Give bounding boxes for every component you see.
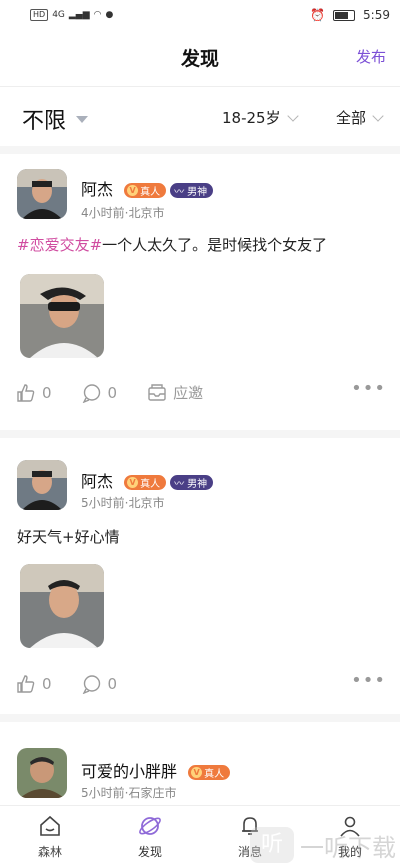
post-author-name[interactable]: 阿杰 — [81, 472, 113, 491]
watermark-logo: 听 — [250, 827, 294, 863]
post-text: 好天气+好心情 — [17, 528, 120, 546]
filter-distance-dropdown[interactable]: 不限 — [22, 103, 89, 135]
avatar-photo — [17, 460, 67, 510]
invite-envelope-icon — [148, 383, 166, 401]
nav-item-forest[interactable]: 森林 — [0, 806, 100, 867]
avatar[interactable] — [17, 748, 67, 798]
post-meta: 4小时前·北京市 — [81, 206, 165, 220]
signal-label: 4G — [52, 10, 65, 20]
verified-icon: V — [127, 477, 139, 488]
filter-bar: 不限 18-25岁 全部 — [0, 86, 400, 146]
chevron-down-icon — [372, 109, 384, 122]
verified-badge: V 真人 — [124, 475, 167, 490]
verified-badge: V 真人 — [188, 765, 231, 780]
thumbs-up-icon — [17, 383, 35, 402]
wifi-icon: ◠ — [93, 10, 102, 20]
thumbs-up-icon — [17, 675, 35, 693]
feed-post: 可爱的小胖胖 V 真人 5小时前·石家庄市 — [0, 722, 400, 806]
app-header: 发现 发布 — [0, 30, 400, 84]
feed-post: 阿杰 V 真人 〰男神 5小时前·北京市 好天气+好心情 0 0 ••• — [0, 438, 400, 714]
comment-button[interactable]: 0 — [82, 674, 118, 694]
section-divider — [0, 430, 400, 438]
invite-label: 应邀 — [173, 384, 204, 402]
watermark: 听 一听下载 — [250, 827, 396, 863]
comment-count: 0 — [107, 675, 118, 693]
post-author-name[interactable]: 阿杰 — [81, 180, 113, 199]
feed-post: 阿杰 V 真人 〰男神 4小时前·北京市 #恋爱交友#一个人太久了。是时候找个女友… — [0, 154, 400, 430]
nav-item-discover[interactable]: 发现 — [100, 806, 200, 867]
post-photo[interactable] — [20, 274, 104, 358]
mustache-icon: 〰 — [174, 187, 185, 198]
like-button[interactable]: 0 — [16, 383, 52, 403]
avatar[interactable] — [17, 169, 67, 219]
comment-button[interactable]: 0 — [82, 383, 118, 403]
verified-badge: V 真人 — [124, 183, 167, 198]
invite-button[interactable]: 应邀 — [147, 382, 203, 403]
section-divider — [0, 714, 400, 722]
nav-label: 森林 — [37, 845, 62, 859]
clock-time: 5:59 — [363, 8, 390, 22]
watermark-text: 一听下载 — [300, 833, 396, 862]
battery-icon — [333, 9, 356, 21]
more-options-icon[interactable]: ••• — [351, 378, 386, 399]
filter-age-label: 18-25岁 — [222, 109, 281, 127]
male-god-badge: 〰男神 — [170, 475, 214, 490]
post-author-name[interactable]: 可爱的小胖胖 — [81, 762, 177, 781]
like-count: 0 — [42, 675, 52, 693]
avatar-photo — [17, 169, 67, 219]
section-divider — [0, 146, 400, 154]
signal-icon: ▂▄▆ — [68, 10, 90, 20]
like-count: 0 — [42, 383, 52, 402]
nav-label: 发现 — [137, 845, 162, 859]
comment-icon — [82, 383, 100, 403]
verified-icon: V — [127, 185, 139, 196]
filter-age-dropdown[interactable]: 18-25岁 — [222, 107, 299, 128]
filter-all-label: 全部 — [336, 109, 367, 127]
post-hashtag[interactable]: #恋爱交友# — [17, 236, 102, 254]
alarm-icon: ⏰ — [310, 8, 326, 22]
post-text: 一个人太久了。是时候找个女友了 — [102, 236, 328, 254]
publish-button[interactable]: 发布 — [356, 46, 386, 67]
page-title: 发现 — [180, 47, 219, 70]
post-content: 好天气+好心情 — [17, 526, 120, 547]
avatar[interactable] — [17, 460, 67, 510]
chat-icon: ● — [105, 10, 114, 20]
male-god-badge: 〰男神 — [170, 183, 214, 198]
avatar-photo — [17, 748, 67, 798]
verified-icon: V — [191, 767, 203, 778]
network-type-indicator: HD — [30, 9, 49, 21]
post-photo[interactable] — [20, 564, 104, 648]
comment-icon — [82, 675, 100, 694]
mustache-icon: 〰 — [174, 479, 185, 490]
caret-down-icon — [76, 115, 89, 123]
filter-all-dropdown[interactable]: 全部 — [336, 107, 384, 128]
filter-main-label: 不限 — [22, 109, 67, 134]
planet-icon — [139, 817, 161, 835]
home-icon — [40, 815, 60, 836]
like-button[interactable]: 0 — [16, 674, 52, 694]
post-content: #恋爱交友#一个人太久了。是时候找个女友了 — [17, 234, 327, 255]
comment-count: 0 — [107, 383, 118, 402]
post-meta: 5小时前·北京市 — [81, 496, 165, 510]
post-meta: 5小时前·石家庄市 — [81, 786, 177, 800]
status-bar: HD 4G ▂▄▆ ◠ ● ⏰ 5:59 — [0, 0, 400, 30]
chevron-down-icon — [286, 109, 299, 122]
more-options-icon[interactable]: ••• — [351, 670, 386, 691]
